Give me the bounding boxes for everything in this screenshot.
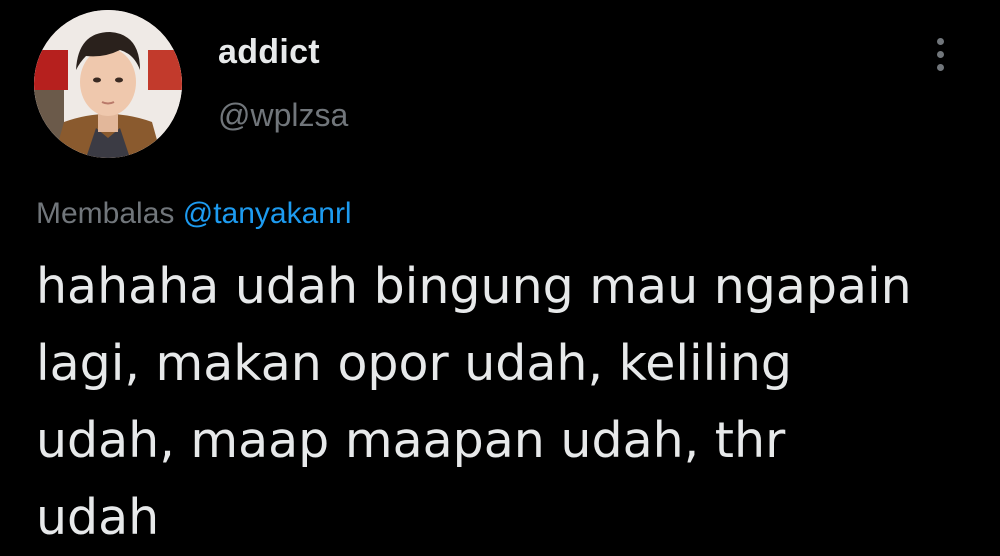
tweet-text-line: udah, maap maapan udah, thr bbox=[36, 412, 786, 469]
tweet-text: hahaha udah bingung mau ngapain lagi, ma… bbox=[36, 248, 986, 556]
more-options-button[interactable] bbox=[926, 34, 956, 74]
more-vertical-icon bbox=[937, 38, 944, 45]
avatar[interactable] bbox=[34, 10, 182, 158]
more-vertical-icon-dot bbox=[937, 64, 944, 71]
more-vertical-icon-dot bbox=[937, 51, 944, 58]
tweet-card: addict @wplzsa Membalas @tanyakanrl haha… bbox=[0, 0, 1000, 552]
author-handle[interactable]: @wplzsa bbox=[218, 96, 348, 134]
tweet-text-line: udah bbox=[36, 489, 160, 546]
author-display-name[interactable]: addict bbox=[218, 32, 320, 72]
tweet-text-line: hahaha udah bingung mau ngapain bbox=[36, 258, 912, 315]
reply-prefix: Membalas bbox=[36, 197, 175, 230]
avatar-image bbox=[34, 10, 182, 158]
reply-context: Membalas @tanyakanrl bbox=[36, 196, 352, 232]
reply-mention-link[interactable]: @tanyakanrl bbox=[183, 197, 352, 230]
tweet-text-line: lagi, makan opor udah, keliling bbox=[36, 335, 793, 392]
